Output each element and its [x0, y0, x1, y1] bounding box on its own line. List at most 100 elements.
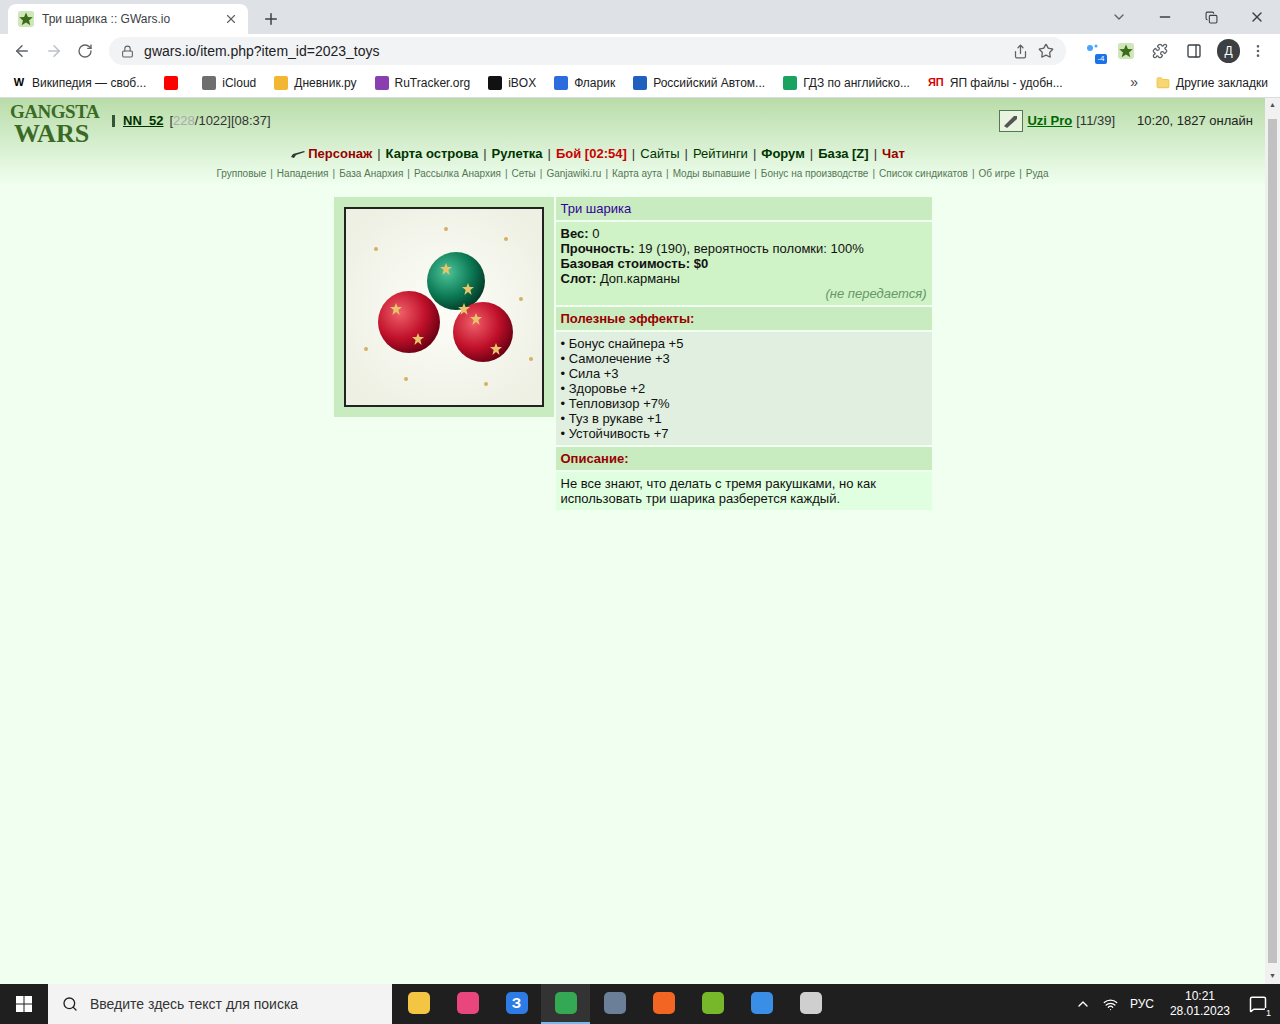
bookmarks-bar: WВикипедия — своб... iCloud Дневник.ру RuTr…: [0, 68, 1280, 98]
scrollbar-thumb[interactable]: [1268, 119, 1277, 963]
side-panel-icon: [1186, 43, 1202, 59]
weapon-name[interactable]: Uzi Pro: [1027, 111, 1072, 131]
taskbar-search[interactable]: Введите здесь текст для поиска: [48, 984, 392, 1024]
bookmark-star-icon[interactable]: [1038, 43, 1054, 59]
taskbar-app[interactable]: [639, 984, 688, 1024]
extension-button[interactable]: -4: [1078, 37, 1108, 65]
taskbar-app[interactable]: [443, 984, 492, 1024]
app-icon: [604, 992, 626, 1014]
bookmark[interactable]: ЯПЯП файлы - удобн...: [928, 74, 1063, 92]
sub-menu-item[interactable]: Об игре: [979, 166, 1016, 181]
start-button[interactable]: [0, 984, 48, 1024]
windows-logo-icon: [16, 996, 32, 1012]
app-icon: [555, 992, 577, 1014]
restore-button[interactable]: [1188, 0, 1234, 34]
clock[interactable]: 10:2128.01.2023: [1166, 989, 1234, 1019]
bookmark-favicon-icon: [633, 76, 647, 90]
tray-expand-icon[interactable]: [1075, 996, 1091, 1012]
network-icon[interactable]: [1103, 997, 1118, 1012]
bookmark-label: ЯП файлы - удобн...: [950, 74, 1063, 92]
gwars-extension-button[interactable]: [1112, 37, 1142, 65]
item-image: [344, 207, 544, 407]
sub-menu-item[interactable]: Список синдикатов: [879, 166, 968, 181]
sub-menu-item[interactable]: Руда: [1026, 166, 1049, 181]
bookmark-label: Фларик: [574, 74, 615, 92]
sub-menu-item[interactable]: Бонус на производстве: [761, 166, 869, 181]
menu-item[interactable]: Рулетка: [492, 144, 543, 164]
notifications-count: 1: [1265, 1008, 1272, 1018]
taskbar-app[interactable]: [394, 984, 443, 1024]
bookmark[interactable]: WВикипедия — своб...: [12, 74, 146, 92]
address-bar[interactable]: gwars.io/item.php?item_id=2023_toys: [109, 37, 1066, 65]
taskbar-app[interactable]: [590, 984, 639, 1024]
player-name[interactable]: NN_52: [123, 111, 163, 131]
bookmark[interactable]: ГДЗ по английско...: [783, 74, 910, 92]
taskbar-app[interactable]: [541, 984, 590, 1024]
menu-item[interactable]: Персонаж: [308, 144, 372, 164]
menu-item[interactable]: Сайты: [640, 144, 679, 164]
menu-item[interactable]: Бой [02:54]: [556, 144, 627, 164]
forward-button[interactable]: [40, 37, 68, 65]
other-bookmarks[interactable]: Другие закладки: [1156, 74, 1268, 92]
game-logo[interactable]: GANGSTAWARS: [0, 102, 100, 164]
item-property: Прочность: 19 (190), вероятность поломки…: [561, 241, 927, 256]
back-button[interactable]: [8, 37, 36, 65]
effect-item: • Сила +3: [561, 366, 927, 381]
item-info: Три шарикаВес: 0Прочность: 19 (190), вер…: [556, 197, 932, 510]
sub-menu-item[interactable]: Рассылка Анархия: [414, 166, 501, 181]
sub-menu-item[interactable]: Моды выпавшие: [673, 166, 751, 181]
menu-item[interactable]: Форум: [761, 144, 804, 164]
side-panel-button[interactable]: [1179, 37, 1209, 65]
bookmark[interactable]: Фларик: [554, 74, 615, 92]
sub-menu-item[interactable]: Ganjawiki.ru: [546, 166, 601, 181]
taskbar-app[interactable]: [688, 984, 737, 1024]
close-button[interactable]: [1234, 0, 1280, 34]
menu-button[interactable]: [1244, 37, 1272, 65]
sub-menu-item[interactable]: Карта аута: [612, 166, 662, 181]
menu-item[interactable]: Карта острова: [386, 144, 479, 164]
bookmark[interactable]: Российский Автом...: [633, 74, 765, 92]
bookmark[interactable]: Дневник.ру: [274, 74, 356, 92]
close-tab-icon[interactable]: [224, 12, 238, 26]
minimize-icon: [1157, 9, 1173, 25]
bookmark[interactable]: RuTracker.org: [375, 74, 471, 92]
more-icon: [1250, 43, 1266, 59]
sub-menu-item[interactable]: Групповые: [216, 166, 266, 181]
notifications-button[interactable]: 1: [1246, 992, 1270, 1016]
scrollbar[interactable]: ▲▼: [1265, 98, 1280, 984]
extension-badge: -4: [1095, 54, 1106, 64]
sub-menu-item[interactable]: Нападения: [277, 166, 329, 181]
menu-item[interactable]: База [Z]: [818, 144, 868, 164]
reload-button[interactable]: [71, 37, 99, 65]
extensions-button[interactable]: [1145, 37, 1175, 65]
plus-icon: [262, 10, 280, 28]
taskbar-app[interactable]: [786, 984, 835, 1024]
sub-menu-item[interactable]: База Анархия: [339, 166, 403, 181]
share-icon[interactable]: [1013, 44, 1028, 59]
minimize-button[interactable]: [1142, 0, 1188, 34]
app-icon: [457, 992, 479, 1014]
sub-menu-item[interactable]: Сеты: [512, 166, 536, 181]
bookmark-label: RuTracker.org: [395, 74, 471, 92]
new-tab-button[interactable]: [256, 4, 286, 34]
menu-item[interactable]: Рейтинги: [693, 144, 748, 164]
bookmark[interactable]: iBOX: [488, 74, 536, 92]
screen: Три шарика :: GWars.iogwars.io/item.php?…: [0, 0, 1280, 1024]
browser-tab[interactable]: Три шарика :: GWars.io: [8, 4, 248, 34]
effects-title: Полезные эффекты:: [556, 307, 932, 330]
tab-search-button[interactable]: [1096, 0, 1142, 34]
bookmark[interactable]: [164, 76, 184, 90]
close-icon: [1249, 9, 1265, 25]
language-indicator[interactable]: РУС: [1130, 995, 1154, 1013]
taskbar-app[interactable]: З: [492, 984, 541, 1024]
bookmarks-more[interactable]: »: [1130, 72, 1138, 93]
weapon-info: Uzi Pro[11/39]10:20, 1827 онлайн: [999, 110, 1253, 132]
profile-button[interactable]: Д: [1217, 39, 1241, 63]
effect-item: • Туз в рукаве +1: [561, 411, 927, 426]
folder-icon: [1156, 76, 1170, 90]
taskbar-app[interactable]: [737, 984, 786, 1024]
item-property: Базовая стоимость: $0: [561, 256, 927, 271]
menu-item[interactable]: Чат: [882, 144, 905, 164]
bookmark-favicon-icon: [488, 76, 502, 90]
bookmark[interactable]: iCloud: [202, 74, 256, 92]
